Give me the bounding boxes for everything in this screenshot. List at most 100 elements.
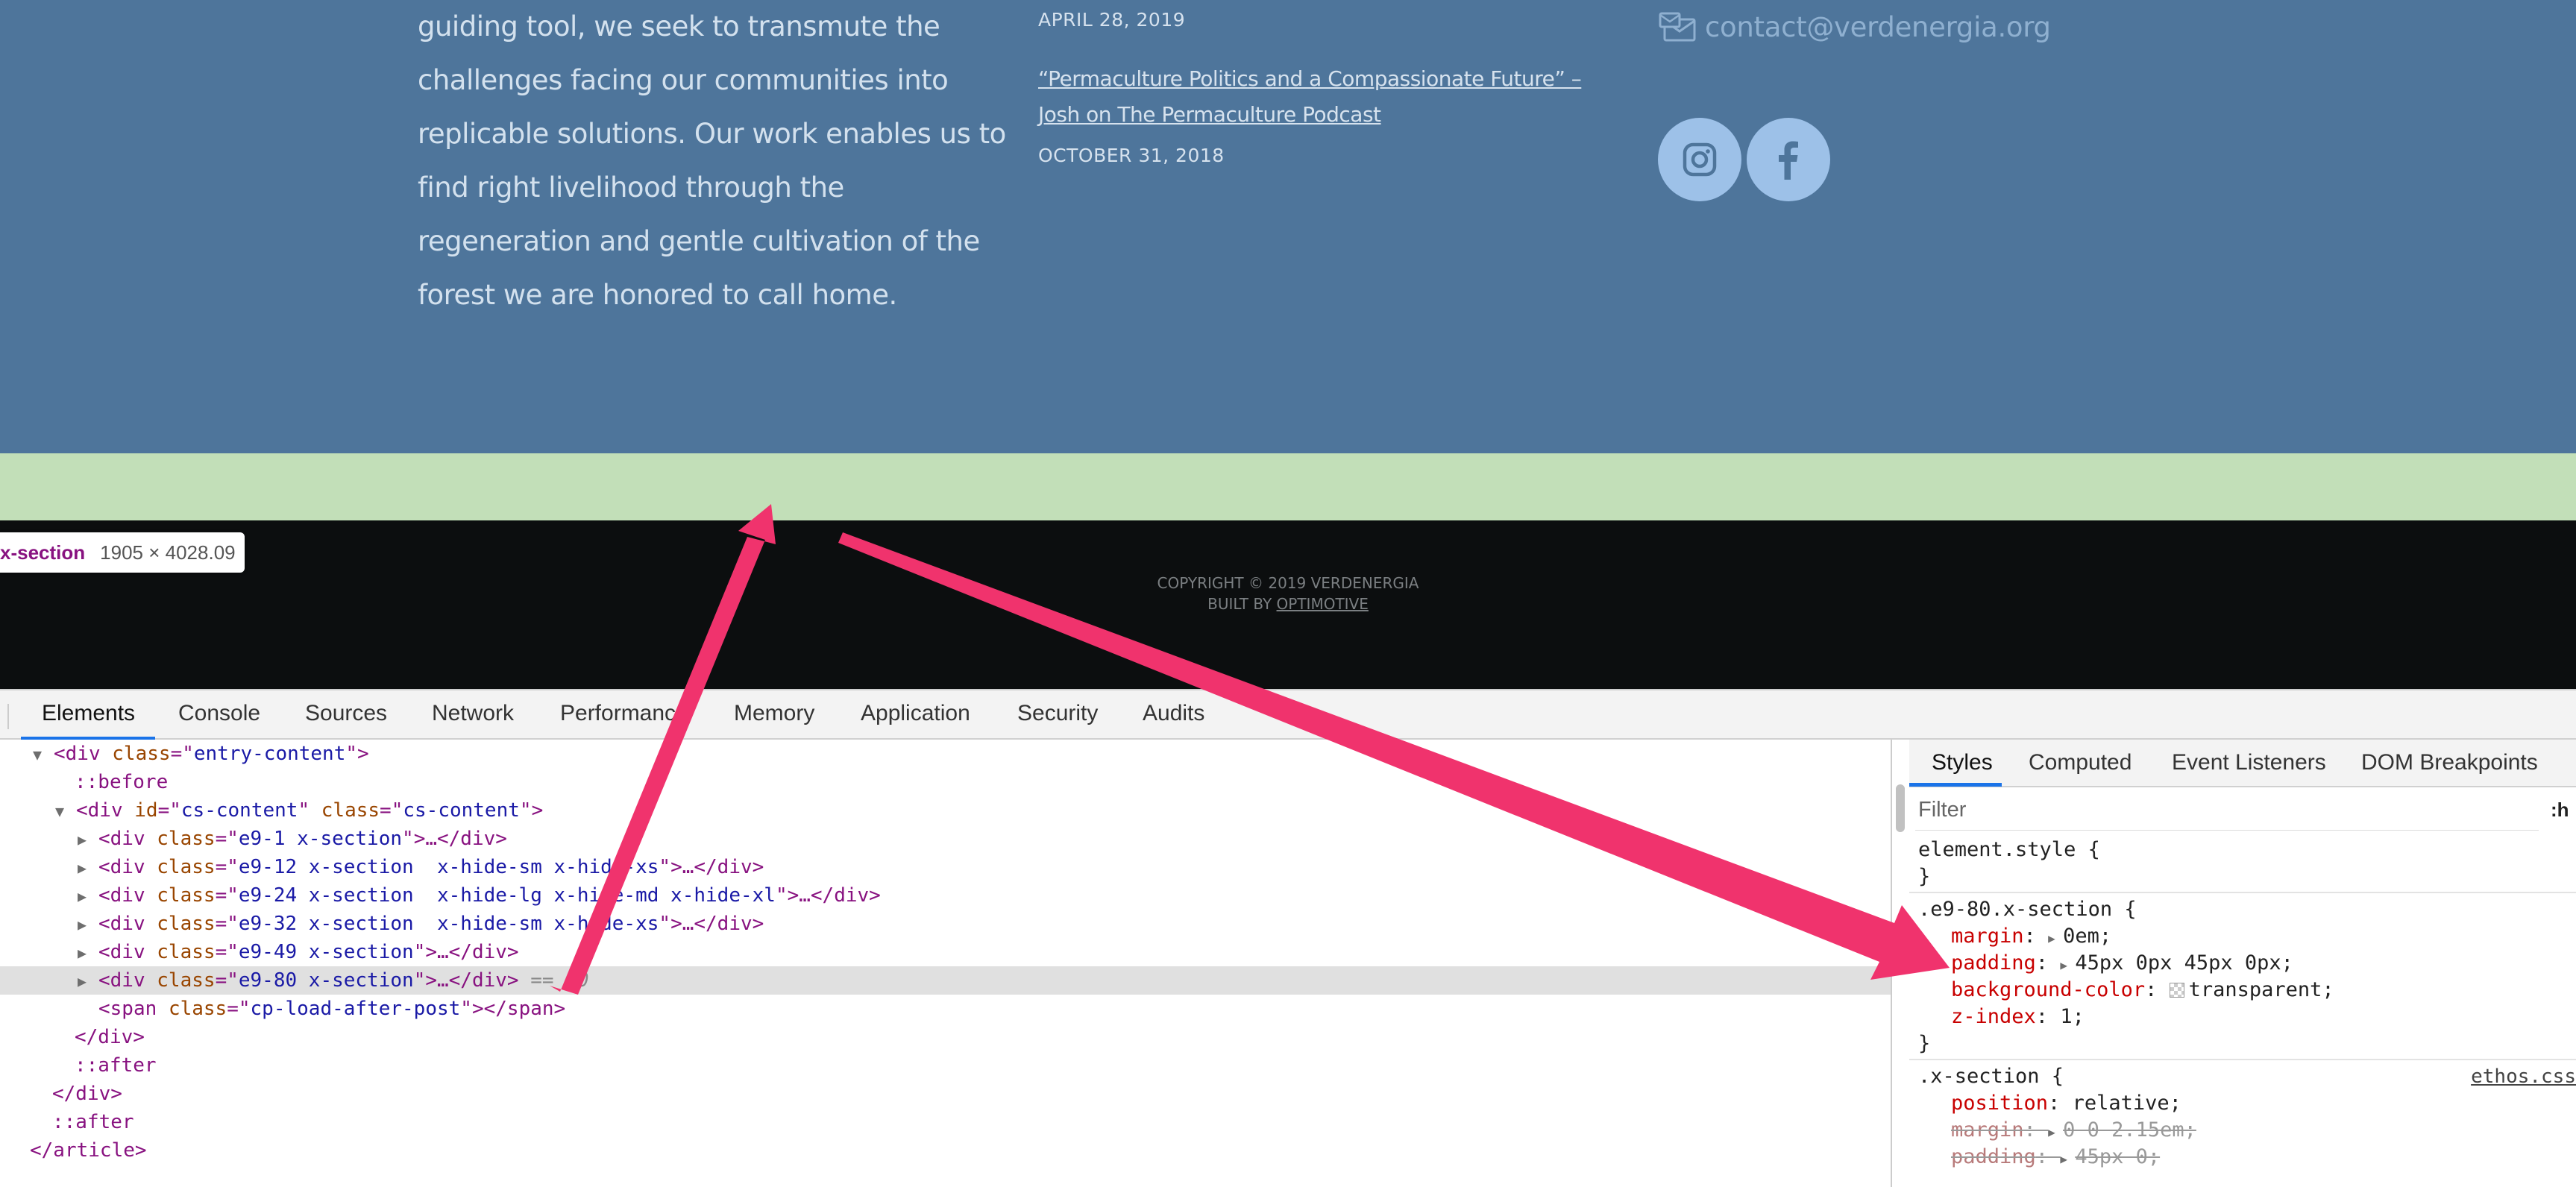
css-value: relative;	[2072, 1092, 2181, 1115]
dom-tag-close: ></span>	[471, 998, 566, 1020]
styles-filter-input[interactable]: Filter	[1915, 789, 2539, 831]
optimotive-link[interactable]: OPTIMOTIVE	[1277, 595, 1369, 613]
expand-triangle-icon[interactable]: ▶	[78, 854, 98, 882]
collapse-triangle-icon[interactable]: ▼	[33, 740, 54, 769]
tab-network[interactable]: Network	[432, 701, 514, 726]
element-inspect-tooltip: x-section 1905 × 4028.09	[0, 532, 245, 573]
dom-scrollbar-thumb[interactable]	[1896, 784, 1905, 832]
mail-icon	[1659, 12, 1696, 42]
tab-event-listeners[interactable]: Event Listeners	[2172, 750, 2326, 775]
tab-dom-breakpoints[interactable]: DOM Breakpoints	[2361, 750, 2538, 775]
expand-triangle-icon[interactable]: ▶	[2060, 952, 2075, 979]
hover-state-toggle[interactable]: :h	[2551, 789, 2569, 831]
dom-tag: <div	[98, 913, 145, 935]
instagram-button[interactable]	[1658, 118, 1741, 201]
expand-triangle-icon[interactable]: ▶	[78, 825, 98, 854]
built-by-prefix: BUILT BY	[1207, 595, 1277, 613]
expand-triangle-icon[interactable]: ▶	[2060, 1146, 2075, 1173]
dom-node-e9-80-selected[interactable]: ▶ <div class="e9-80 x-section">…</div> ==…	[0, 966, 1891, 995]
dom-node-e9-24[interactable]: ▶ <div class="e9-24 x-section x-hide-lg x…	[0, 881, 1891, 910]
dom-node-cs-content[interactable]: ▼ <div id="cs-content" class="cs-content"…	[0, 796, 1891, 825]
dom-tag: <div	[98, 969, 145, 992]
css-property: position	[1951, 1092, 2049, 1115]
panel-divider[interactable]	[1891, 740, 1892, 1187]
tooltip-selector: x-section	[0, 541, 86, 564]
tab-computed[interactable]: Computed	[2029, 750, 2132, 775]
about-line: guiding tool, we seek to transmute the	[418, 10, 940, 42]
expand-triangle-icon[interactable]: ▶	[78, 882, 98, 910]
footer-blue-section: guiding tool, we seek to transmute the c…	[0, 0, 2576, 453]
css-declaration-margin[interactable]: margin: ▶ 0em;	[1951, 923, 2111, 950]
dom-tag-close: >	[425, 941, 437, 963]
tab-elements[interactable]: Elements	[42, 701, 135, 726]
dom-collapsed-tail: …</div>	[682, 856, 764, 878]
css-declaration-position[interactable]: position: relative;	[1951, 1090, 2181, 1117]
dom-pseudo: ::after	[52, 1111, 134, 1133]
tab-sources[interactable]: Sources	[305, 701, 387, 726]
dom-node-e9-12[interactable]: ▶ <div class="e9-12 x-section x-hide-sm x…	[0, 853, 1891, 881]
selected-node-marker: == $0	[518, 969, 589, 992]
dom-node-e9-49[interactable]: ▶ <div class="e9-49 x-section">…</div>	[0, 938, 1891, 966]
expand-triangle-icon[interactable]: ▶	[78, 967, 98, 995]
tab-memory[interactable]: Memory	[734, 701, 814, 726]
dom-tag-close: >	[357, 743, 369, 765]
css-declaration-margin-overridden[interactable]: margin: ▶ 0 0 2.15em;	[1951, 1117, 2196, 1144]
dom-attr-name: class	[157, 884, 216, 907]
expand-triangle-icon[interactable]: ▶	[2048, 1119, 2063, 1146]
tab-application[interactable]: Application	[861, 701, 970, 726]
dom-collapsed-tail: …</div>	[437, 969, 519, 992]
contact-email-link[interactable]: contact@verdenergia.org	[1659, 7, 2051, 46]
dom-tag: </div>	[75, 1026, 145, 1048]
tab-console[interactable]: Console	[178, 701, 260, 726]
tab-styles[interactable]: Styles	[1932, 750, 1993, 775]
tab-performance[interactable]: Performance	[560, 701, 688, 726]
dom-collapsed-tail: …</div>	[799, 884, 881, 907]
css-declaration-padding[interactable]: padding: ▶ 45px 0px 45px 0px;	[1951, 950, 2293, 977]
post-link[interactable]: “Permaculture Politics and a Compassiona…	[1038, 61, 1605, 133]
tab-security[interactable]: Security	[1017, 701, 1098, 726]
about-line: regeneration and gentle cultivation of t…	[418, 225, 980, 257]
about-line: challenges facing our communities into	[418, 64, 949, 96]
dom-tag-close: >	[413, 828, 426, 850]
expand-triangle-icon[interactable]: ▶	[2048, 925, 2063, 952]
stylesheet-source-link[interactable]: ethos.css	[2471, 1063, 2576, 1090]
styles-pane: Styles Computed Event Listeners DOM Brea…	[1909, 740, 2576, 1187]
collapse-triangle-icon[interactable]: ▼	[55, 797, 76, 825]
dom-close-tag[interactable]: </div>	[0, 1023, 1891, 1051]
dom-attr-name: class	[157, 969, 216, 992]
dom-node-e9-1[interactable]: ▶ <div class="e9-1 x-section">…</div>	[0, 825, 1891, 853]
dom-node-e9-32[interactable]: ▶ <div class="e9-32 x-section x-hide-sm x…	[0, 910, 1891, 938]
expand-triangle-icon[interactable]: ▶	[78, 939, 98, 967]
tab-audits[interactable]: Audits	[1143, 701, 1204, 726]
dom-tree[interactable]: ▼ <div class="entry-content"> ::before ▼ <…	[0, 740, 1891, 1187]
rule-selector[interactable]: .x-section {	[1918, 1063, 2064, 1090]
contact-email: contact@verdenergia.org	[1705, 10, 2051, 43]
dom-pseudo-after[interactable]: ::after	[0, 1051, 1891, 1080]
dom-attr-value: e9-1 x-section	[238, 828, 403, 850]
element-style-selector[interactable]: element.style {	[1918, 837, 2100, 863]
css-declaration-z-index[interactable]: z-index: 1;	[1951, 1004, 2085, 1030]
dom-node-span[interactable]: <span class="cp-load-after-post"></span>	[0, 995, 1891, 1023]
dom-attr-value: entry-content	[193, 743, 346, 765]
rule-selector[interactable]: .e9-80.x-section {	[1918, 896, 2137, 923]
dom-close-tag[interactable]: </div>	[0, 1080, 1891, 1108]
copyright-block: COPYRIGHT © 2019 VERDENERGIA BUILT BY OP…	[0, 573, 2576, 614]
css-declaration-background-color[interactable]: background-color: transparent;	[1951, 977, 2334, 1004]
dom-pseudo-before[interactable]: ::before	[0, 768, 1891, 796]
dom-attr-name: id	[134, 799, 158, 822]
dom-pseudo-after[interactable]: ::after	[0, 1108, 1891, 1136]
dom-attr-name: class	[321, 799, 380, 822]
facebook-button[interactable]	[1747, 118, 1830, 201]
dom-close-tag[interactable]: </article>	[0, 1136, 1891, 1165]
color-swatch-icon[interactable]	[2169, 983, 2184, 998]
devtools-tabbar: Elements Console Sources Network Perform…	[0, 689, 2576, 740]
dom-tag-close: >	[531, 799, 544, 822]
dom-node-entry-content[interactable]: ▼ <div class="entry-content">	[0, 740, 1891, 768]
dom-attr-name: class	[112, 743, 171, 765]
post-date: OCTOBER 31, 2018	[1038, 145, 1225, 166]
tabbar-separator	[7, 704, 9, 729]
expand-triangle-icon[interactable]: ▶	[78, 910, 98, 939]
css-declaration-padding-overridden[interactable]: padding: ▶ 45px 0;	[1951, 1144, 2160, 1171]
dom-tag: </article>	[30, 1139, 147, 1162]
dom-tag-close: >	[787, 884, 799, 907]
